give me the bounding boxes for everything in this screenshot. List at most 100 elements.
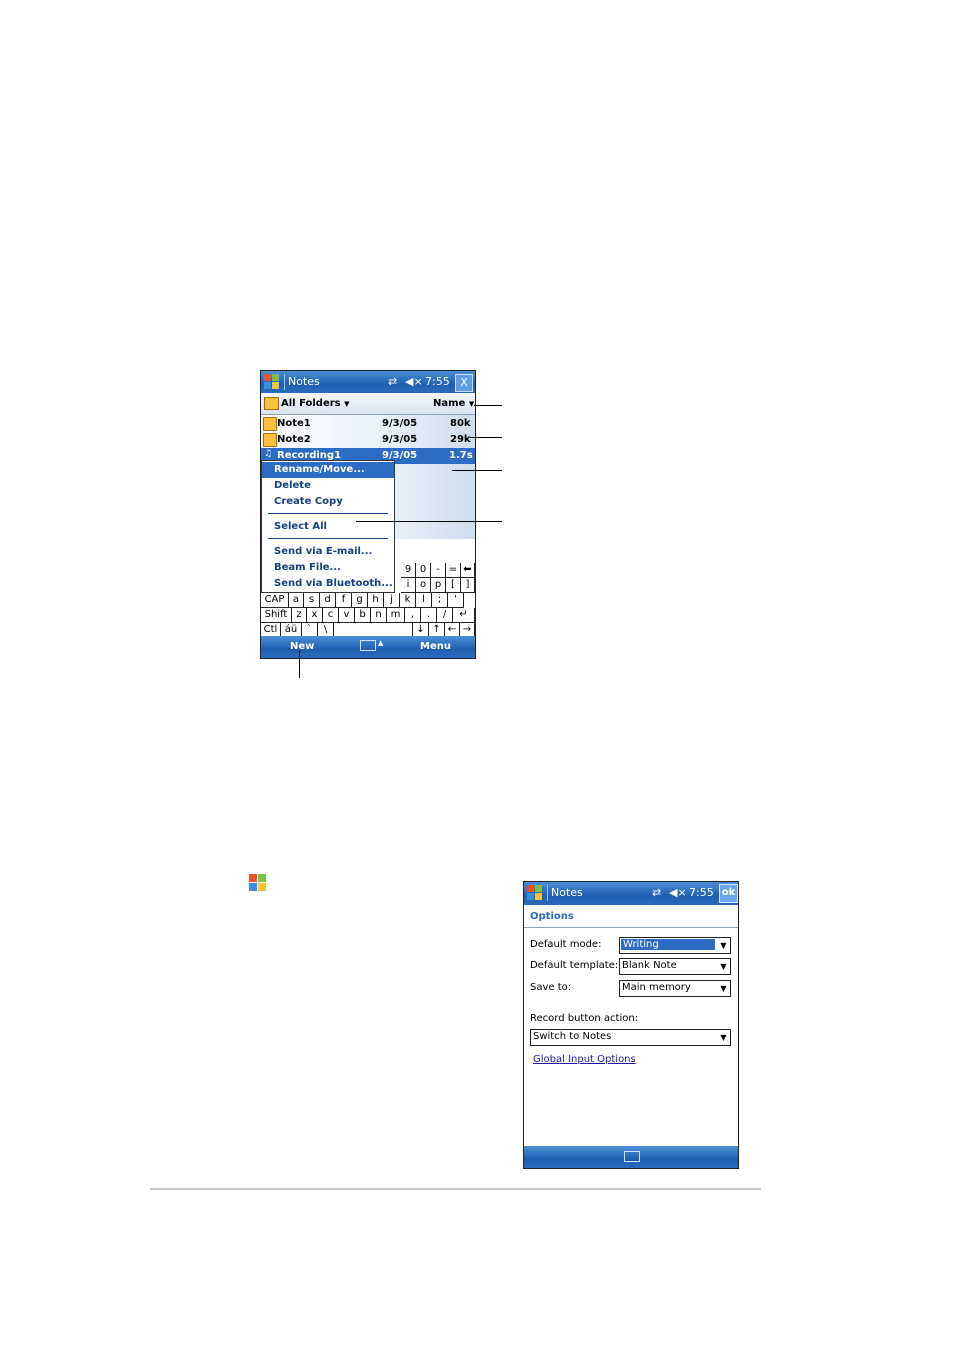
- key[interactable]: b: [355, 608, 371, 623]
- menu-item-send-email[interactable]: Send via E-mail...: [262, 544, 394, 560]
- key[interactable]: g: [352, 593, 368, 608]
- list-item[interactable]: Note1 9/3/05 80k: [261, 416, 475, 432]
- callout-line: [470, 437, 502, 438]
- key[interactable]: [: [446, 578, 461, 593]
- key[interactable]: ': [448, 593, 464, 608]
- chevron-down-icon: ▼: [720, 941, 727, 950]
- menu-item-send-bluetooth[interactable]: Send via Bluetooth...: [262, 576, 394, 592]
- title-bar: Notes ⇄ ◀× 7:55 X: [261, 371, 475, 393]
- start-menu-icon[interactable]: [527, 885, 543, 901]
- key[interactable]: l: [416, 593, 432, 608]
- page-footer-rule: [150, 1188, 761, 1190]
- save-to-value: Main memory: [622, 982, 691, 993]
- key[interactable]: h: [368, 593, 384, 608]
- list-item[interactable]: Note2 9/3/05 29k: [261, 432, 475, 448]
- key[interactable]: j: [384, 593, 400, 608]
- key[interactable]: k: [400, 593, 416, 608]
- context-menu: Rename/Move... Delete Create Copy Select…: [261, 460, 395, 593]
- key[interactable]: p: [431, 578, 446, 593]
- global-input-options-link[interactable]: Global Input Options: [533, 1054, 636, 1065]
- key[interactable]: v: [339, 608, 355, 623]
- key[interactable]: ]: [461, 578, 475, 593]
- file-name: Note1: [277, 418, 311, 429]
- record-action-label: Record button action:: [530, 1013, 639, 1024]
- key[interactable]: s: [304, 593, 320, 608]
- menu-divider: [268, 513, 388, 514]
- notes-list-screen: Notes ⇄ ◀× 7:55 X All Folders ▼ Name ▼ N…: [260, 370, 476, 659]
- file-size: 29k: [450, 434, 471, 445]
- close-button[interactable]: X: [455, 374, 473, 392]
- file-size: 1.7s: [449, 450, 473, 461]
- enter-icon[interactable]: ↵: [453, 608, 475, 623]
- callout-line: [299, 650, 300, 678]
- keyboard-icon[interactable]: [360, 640, 376, 651]
- bottom-toolbar: New ▲ Menu: [261, 636, 475, 658]
- key[interactable]: 0: [416, 563, 431, 578]
- key[interactable]: o: [416, 578, 431, 593]
- sort-label: Name: [433, 398, 466, 409]
- default-template-value: Blank Note: [622, 960, 677, 971]
- menu-button[interactable]: Menu: [420, 641, 451, 652]
- key[interactable]: f: [336, 593, 352, 608]
- key[interactable]: 9: [401, 563, 416, 578]
- key[interactable]: m: [387, 608, 405, 623]
- bottom-toolbar: [524, 1146, 738, 1168]
- folder-filter-dropdown[interactable]: All Folders ▼: [281, 398, 350, 409]
- menu-item-beam-file[interactable]: Beam File...: [262, 560, 394, 576]
- chevron-down-icon: ▼: [720, 984, 727, 993]
- menu-item-delete[interactable]: Delete: [262, 478, 394, 494]
- menu-divider: [268, 538, 388, 539]
- options-heading: Options: [530, 911, 574, 922]
- key[interactable]: -: [431, 563, 446, 578]
- key[interactable]: z: [292, 608, 307, 623]
- default-template-select[interactable]: Blank Note ▼: [619, 958, 731, 975]
- speaker-muted-icon[interactable]: ◀×: [405, 375, 423, 388]
- save-to-select[interactable]: Main memory ▼: [619, 980, 731, 997]
- start-menu-icon[interactable]: [264, 374, 280, 390]
- folder-bar: All Folders ▼ Name ▼: [261, 393, 475, 415]
- connectivity-icon[interactable]: ⇄: [388, 375, 397, 388]
- app-title: Notes: [288, 375, 320, 388]
- key[interactable]: /: [437, 608, 453, 623]
- chevron-down-icon: ▼: [468, 400, 475, 408]
- heading-divider: [524, 927, 738, 928]
- app-title: Notes: [551, 886, 583, 899]
- speaker-muted-icon[interactable]: ◀×: [669, 886, 687, 899]
- new-button[interactable]: New: [290, 641, 314, 652]
- save-to-label: Save to:: [530, 982, 572, 993]
- key[interactable]: ,: [405, 608, 421, 623]
- ok-button[interactable]: ok: [719, 884, 738, 903]
- chevron-down-icon: ▼: [720, 962, 727, 971]
- record-action-select[interactable]: Switch to Notes ▼: [530, 1029, 731, 1046]
- recording-icon: ♫: [264, 449, 273, 459]
- shift-key[interactable]: Shift: [261, 608, 292, 623]
- menu-item-create-copy[interactable]: Create Copy: [262, 494, 394, 510]
- key[interactable]: c: [323, 608, 339, 623]
- key[interactable]: =: [446, 563, 461, 578]
- callout-line: [474, 405, 502, 406]
- backspace-icon[interactable]: ⬅: [461, 563, 475, 578]
- notes-options-screen: Notes ⇄ ◀× 7:55 ok Options Default mode:…: [523, 881, 739, 1169]
- sort-dropdown[interactable]: Name ▼: [433, 398, 474, 409]
- key[interactable]: ;: [432, 593, 448, 608]
- default-mode-select[interactable]: Writing ▼: [619, 937, 731, 954]
- connectivity-icon[interactable]: ⇄: [652, 886, 661, 899]
- menu-item-rename-move[interactable]: Rename/Move...: [262, 462, 394, 478]
- callout-line: [356, 521, 502, 522]
- input-selector-arrow-icon[interactable]: ▲: [378, 639, 383, 647]
- key[interactable]: n: [371, 608, 387, 623]
- key[interactable]: .: [421, 608, 437, 623]
- file-date: 9/3/05: [382, 434, 418, 445]
- keyboard-icon[interactable]: [624, 1151, 640, 1162]
- clock[interactable]: 7:55: [689, 886, 714, 899]
- caps-key[interactable]: CAP: [261, 593, 289, 608]
- key[interactable]: x: [307, 608, 323, 623]
- key[interactable]: i: [401, 578, 416, 593]
- key[interactable]: a: [289, 593, 304, 608]
- title-bar: Notes ⇄ ◀× 7:55 ok: [524, 882, 738, 905]
- clock[interactable]: 7:55: [425, 375, 450, 388]
- default-template-label: Default template:: [530, 960, 619, 971]
- file-name: Note2: [277, 434, 311, 445]
- chevron-down-icon: ▼: [720, 1033, 727, 1042]
- key[interactable]: d: [320, 593, 336, 608]
